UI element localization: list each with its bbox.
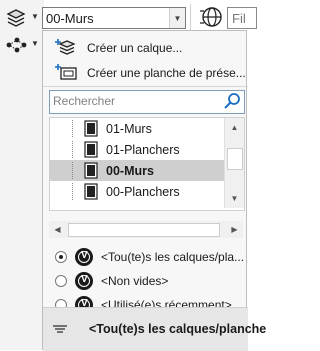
- active-filter-footer[interactable]: <Tou(te)s les calques/planche: [43, 307, 266, 351]
- active-filter-label: <Tou(te)s les calques/planche: [89, 322, 267, 336]
- filter-label: <Tou(te)s les calques/pla...: [101, 250, 245, 264]
- layer-name: 01-Murs: [106, 121, 152, 136]
- layer-icon: [84, 120, 98, 137]
- list-item-selected[interactable]: 00-Murs: [50, 160, 224, 181]
- filter-label: <Non vides>: [101, 274, 169, 288]
- chevron-down-icon[interactable]: ▼: [31, 39, 39, 48]
- search-placeholder: Rechercher: [53, 94, 116, 108]
- layer-icon: [84, 162, 98, 179]
- right-combobox[interactable]: Fil: [227, 7, 257, 29]
- menu-item-label: Créer un calque...: [87, 41, 183, 55]
- layer-icon: [84, 183, 98, 200]
- new-layer-icon: [55, 39, 76, 55]
- chevron-down-icon[interactable]: ▼: [31, 12, 39, 21]
- scrollbar-thumb[interactable]: [227, 148, 243, 170]
- search-field[interactable]: Rechercher: [49, 90, 245, 114]
- scroll-right-icon[interactable]: ▶: [226, 221, 243, 238]
- menu-divider: [43, 86, 248, 87]
- view-filter-icon: V: [75, 248, 93, 266]
- layer-name: 00-Murs: [106, 163, 154, 178]
- radio-button[interactable]: [55, 275, 67, 287]
- menu-item-create-sheet[interactable]: Créer une planche de prése...: [43, 62, 248, 84]
- scroll-up-icon[interactable]: ▲: [226, 119, 243, 136]
- network-icon[interactable]: [2, 34, 30, 56]
- layer-list[interactable]: 01-Murs 01-Planchers 00-Murs 00-Plancher…: [49, 117, 245, 211]
- new-sheet-icon: [55, 64, 77, 80]
- radio-button[interactable]: [55, 251, 67, 263]
- globe-icon[interactable]: [199, 6, 225, 28]
- layer-dropdown-panel: Créer un calque... Créer une planche de …: [42, 30, 266, 351]
- right-combobox-value: Fil: [232, 11, 246, 26]
- layer-name: 00-Planchers: [106, 184, 180, 199]
- search-icon[interactable]: [222, 92, 242, 110]
- layer-name: 01-Planchers: [106, 142, 180, 157]
- filter-option-nonempty[interactable]: V <Non vides>: [43, 269, 248, 293]
- layer-combobox[interactable]: 00-Murs ▼: [42, 7, 186, 29]
- view-filter-icon: V: [75, 272, 93, 290]
- filter-option-all[interactable]: V <Tou(te)s les calques/pla...: [43, 245, 248, 269]
- scroll-down-icon[interactable]: ▼: [226, 190, 243, 207]
- horizontal-scrollbar[interactable]: ◀ ▶: [49, 221, 243, 238]
- list-item[interactable]: 01-Planchers: [50, 139, 224, 160]
- combobox-dropdown-button[interactable]: ▼: [169, 8, 185, 28]
- layer-combobox-value: 00-Murs: [46, 11, 94, 26]
- toolbar-separator: [190, 4, 191, 30]
- list-item[interactable]: 01-Murs: [50, 118, 224, 139]
- vertical-scrollbar[interactable]: ▲ ▼: [224, 118, 244, 208]
- menu-item-label: Créer une planche de prése...: [87, 66, 246, 80]
- filter-list-icon: [53, 325, 67, 333]
- layers-stack-icon[interactable]: [2, 7, 30, 29]
- list-item[interactable]: 00-Planchers: [50, 181, 224, 202]
- left-toolbar: ▼ ▼: [0, 0, 44, 350]
- scroll-left-icon[interactable]: ◀: [49, 221, 66, 238]
- layer-icon: [84, 141, 98, 158]
- menu-item-create-layer[interactable]: Créer un calque...: [43, 37, 248, 59]
- scrollbar-thumb[interactable]: [68, 223, 220, 237]
